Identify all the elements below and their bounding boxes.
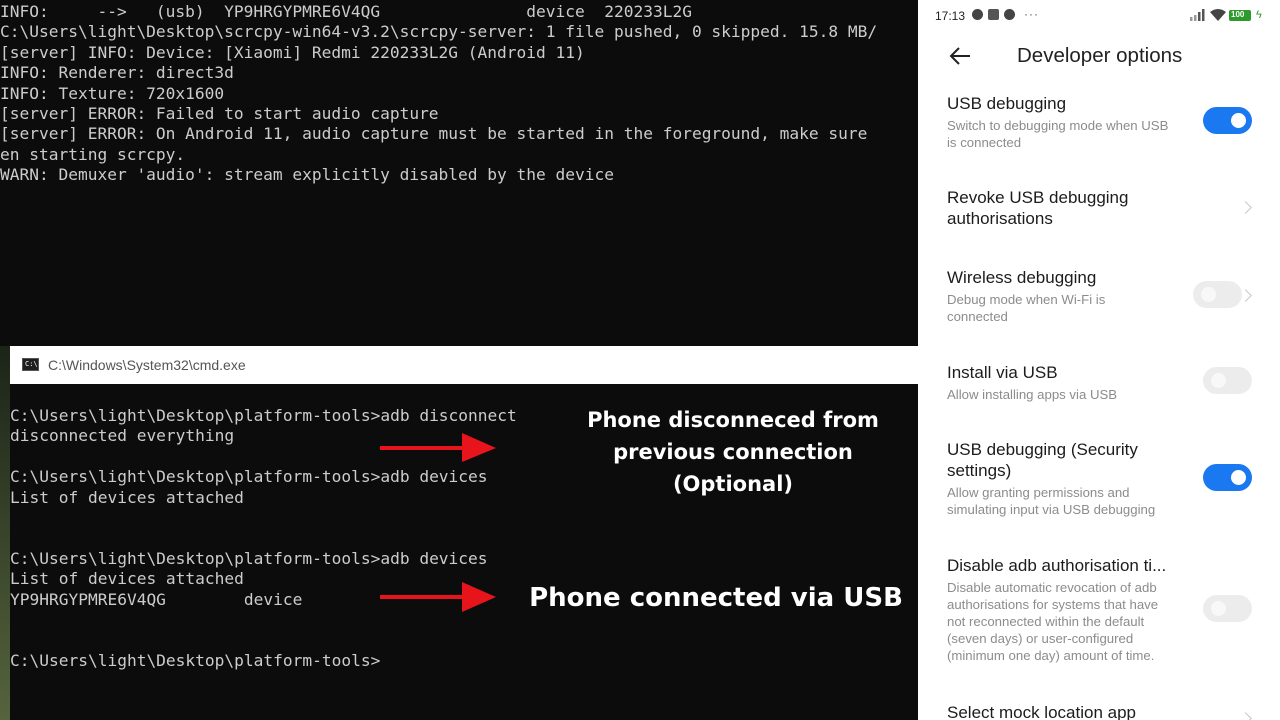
usb-debugging-toggle[interactable] [1203, 107, 1252, 134]
setting-title: authorisations [947, 209, 1053, 228]
annotation-line: previous connection [613, 440, 853, 464]
setting-usb-debugging-security[interactable]: USB debugging (Security settings) Allow … [918, 437, 1280, 521]
cmd-line: List of devices attached [10, 569, 244, 589]
setting-subtitle: authorisations for systems that have [947, 597, 1159, 612]
cmd-line: C:\Users\light\Desktop\platform-tools>ad… [10, 548, 488, 568]
setting-subtitle: Switch to debugging mode when USB [947, 118, 1169, 133]
setting-disable-adb-authorisation-timeout[interactable]: Disable adb authorisation ti... Disable … [918, 553, 1280, 669]
setting-title: Disable adb authorisation ti... [947, 556, 1167, 575]
terminal-line: INFO: Renderer: direct3d [0, 63, 234, 83]
setting-revoke-usb-authorisations[interactable]: Revoke USB debugging authorisations [918, 185, 1280, 235]
check-circle-icon [1004, 9, 1015, 20]
setting-subtitle: is connected [947, 135, 1022, 150]
back-arrow-icon[interactable] [948, 45, 972, 67]
arrow-right-icon [380, 582, 496, 612]
annotation-disconnect: Phone disconneced from previous connecti… [578, 404, 888, 500]
status-time: 17:13 [935, 9, 966, 23]
page-title: Developer options [1017, 44, 1183, 67]
setting-wireless-debugging[interactable]: Wireless debugging Debug mode when Wi-Fi… [918, 264, 1280, 326]
wireless-debugging-toggle[interactable] [1193, 281, 1242, 308]
usb-debugging-security-toggle[interactable] [1203, 464, 1252, 491]
cmd-line: disconnected everything [10, 426, 235, 446]
setting-title: settings) [947, 461, 1012, 480]
setting-install-via-usb[interactable]: Install via USB Allow installing apps vi… [918, 359, 1280, 407]
terminal-line: [server] INFO: Device: [Xiaomi] Redmi 22… [0, 42, 585, 62]
toggle-knob [1231, 470, 1246, 485]
setting-subtitle: simulating input via USB debugging [947, 502, 1156, 517]
setting-title: Select mock location app [947, 703, 1136, 720]
setting-usb-debugging[interactable]: USB debugging Switch to debugging mode w… [918, 90, 1280, 160]
cmd-prompt-line[interactable]: C:\Users\light\Desktop\platform-tools> [10, 651, 380, 671]
setting-subtitle: Allow installing apps via USB [947, 387, 1118, 402]
charging-icon: ϟ [1256, 9, 1262, 21]
setting-subtitle: Debug mode when Wi-Fi is [947, 292, 1106, 307]
terminal-line: [server] ERROR: Failed to start audio ca… [0, 104, 439, 123]
battery-level: 100 [1231, 10, 1245, 19]
toggle-knob [1201, 287, 1216, 302]
setting-subtitle: not reconnected within the default [947, 614, 1145, 629]
setting-title: Wireless debugging [947, 268, 1097, 287]
more-notifications-icon: ··· [1024, 7, 1039, 21]
terminal-line: INFO: --> (usb) YP9HRGYPMRE6V4QG device … [0, 2, 692, 21]
disable-adb-timeout-toggle[interactable] [1203, 595, 1252, 622]
chevron-right-icon [1239, 201, 1252, 214]
setting-title: Install via USB [947, 363, 1058, 382]
chevron-right-icon [1239, 712, 1252, 720]
cmd-icon: C:\. [22, 358, 42, 371]
terminal-line: C:\Users\light\Desktop\scrcpy-win64-v3.2… [0, 22, 878, 42]
setting-title: USB debugging (Security [947, 440, 1138, 459]
annotation-line: (Optional) [672, 472, 794, 496]
setting-title: USB debugging [947, 94, 1067, 113]
terminal-line: INFO: Texture: 720x1600 [0, 83, 225, 103]
battery-icon: 100 [1229, 10, 1251, 21]
setting-title: Revoke USB debugging [947, 188, 1129, 207]
cmd-window-title: C:\Windows\System32\cmd.exe [48, 357, 246, 373]
cmd-line: C:\Users\light\Desktop\platform-tools>ad… [10, 406, 517, 425]
setting-subtitle: Disable automatic revocation of adb [947, 580, 1157, 595]
phone-screen: 17:13 ··· 100 ϟ Developer options USB de… [918, 0, 1280, 720]
cmd-window[interactable]: C:\. C:\Windows\System32\cmd.exe C:\User… [10, 346, 918, 720]
setting-subtitle: (seven days) or user-configured [947, 631, 1134, 646]
status-bar: 17:13 ··· 100 ϟ [918, 0, 1280, 30]
terminal-line: [server] ERROR: On Android 11, audio cap… [0, 124, 868, 144]
annotation-connected: Phone connected via USB [529, 583, 903, 613]
cmd-icon-text: C:\. [25, 360, 42, 368]
terminal-line: WARN: Demuxer 'audio': stream explicitly… [0, 165, 614, 185]
toggle-knob [1231, 113, 1246, 128]
cmd-line: YP9HRGYPMRE6V4QG device [10, 589, 303, 609]
cmd-line: C:\Users\light\Desktop\platform-tools>ad… [10, 467, 488, 487]
setting-subtitle: connected [947, 309, 1008, 324]
cmd-title-bar[interactable]: C:\. C:\Windows\System32\cmd.exe [10, 346, 918, 384]
setting-subtitle: Allow granting permissions and [947, 485, 1130, 500]
annotation-line: Phone disconneced from [587, 408, 879, 432]
app-notification-icon [972, 9, 983, 20]
setting-subtitle: (minimum one day) amount of time. [947, 648, 1155, 663]
install-via-usb-toggle[interactable] [1203, 367, 1252, 394]
signal-icon [1190, 9, 1205, 21]
settings-gear-icon [988, 9, 999, 20]
toggle-knob [1211, 601, 1226, 616]
cmd-line: List of devices attached [10, 487, 244, 507]
toggle-knob [1211, 373, 1226, 388]
scrcpy-terminal-output: INFO: --> (usb) YP9HRGYPMRE6V4QG device … [0, 0, 918, 346]
setting-select-mock-location-app[interactable]: Select mock location app [918, 700, 1280, 720]
desktop-background [0, 346, 10, 720]
terminal-line: en starting scrcpy. [0, 144, 186, 164]
arrow-right-icon [380, 433, 496, 462]
wifi-icon [1210, 9, 1226, 21]
